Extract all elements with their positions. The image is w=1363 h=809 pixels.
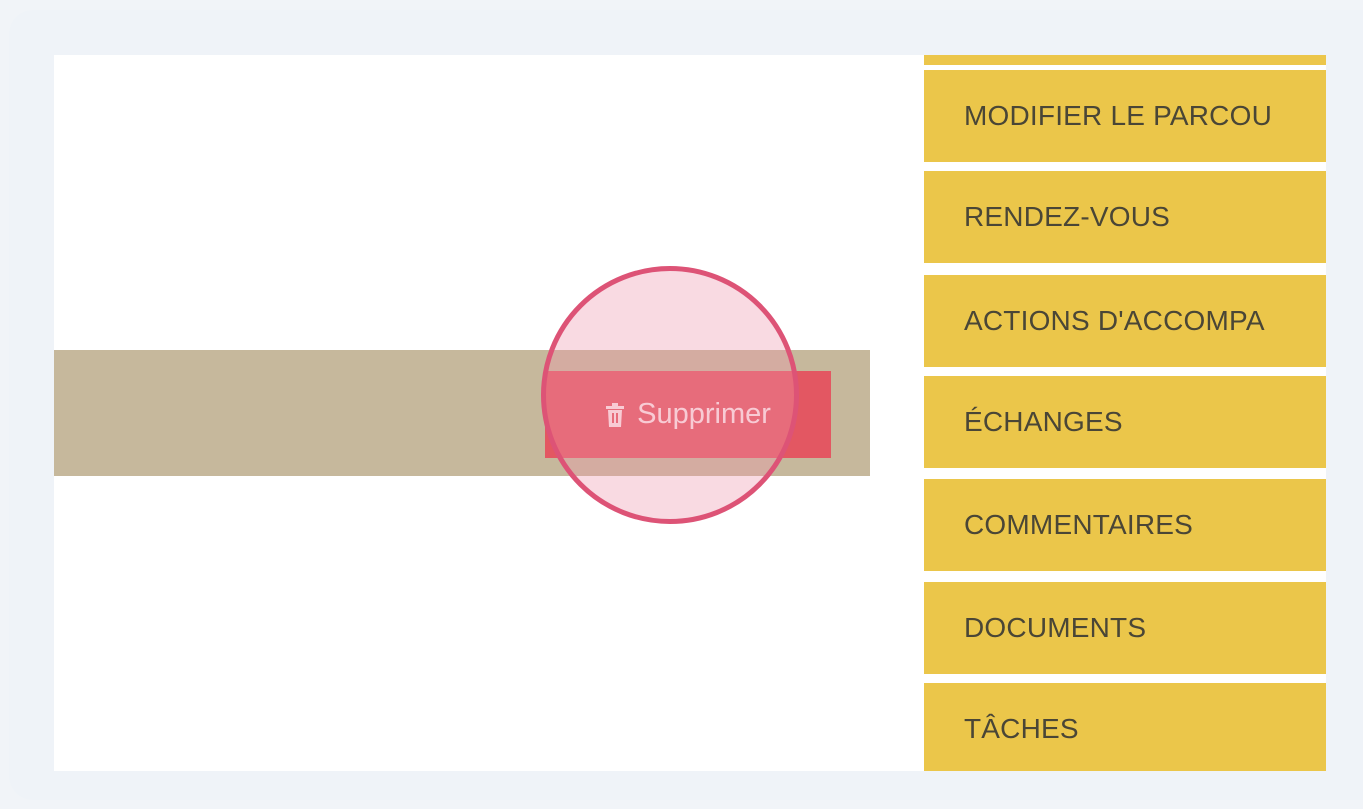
menu-item-partial[interactable]	[924, 55, 1326, 65]
menu-item-commentaires[interactable]: COMMENTAIRES	[924, 479, 1326, 571]
menu-item-actions-accompagnement[interactable]: ACTIONS D'ACCOMPA	[924, 275, 1326, 367]
trash-icon	[605, 402, 625, 427]
menu-item-rendez-vous[interactable]: RENDEZ-VOUS	[924, 171, 1326, 263]
menu-item-modifier-le-parcours[interactable]: MODIFIER LE PARCOU	[924, 70, 1326, 162]
menu-item-taches[interactable]: TÂCHES	[924, 683, 1326, 771]
menu-item-documents[interactable]: DOCUMENTS	[924, 582, 1326, 674]
page-viewport: Supprimer MODIFIER LE PARCOU RENDEZ-VOUS…	[54, 55, 1326, 771]
menu-item-echanges[interactable]: ÉCHANGES	[924, 376, 1326, 468]
delete-button-label: Supprimer	[637, 398, 771, 430]
delete-button[interactable]: Supprimer	[545, 371, 831, 458]
side-menu: MODIFIER LE PARCOU RENDEZ-VOUS ACTIONS D…	[924, 55, 1326, 771]
